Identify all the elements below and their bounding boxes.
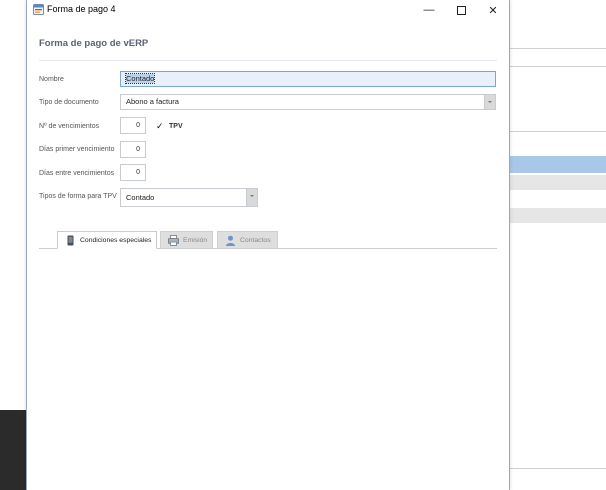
dias-primer-input[interactable]: 0 xyxy=(120,141,146,158)
background-divider xyxy=(509,66,606,67)
num-vencimientos-input[interactable]: 0 xyxy=(120,117,146,134)
tipo-documento-select[interactable]: Abono a factura xyxy=(120,94,496,110)
nombre-value: Contado xyxy=(124,73,156,84)
close-button[interactable]: ✕ xyxy=(477,0,509,20)
form-heading: Forma de pago de vERP xyxy=(39,38,149,49)
minimize-icon: — xyxy=(423,4,435,16)
dias-entre-input[interactable]: 0 xyxy=(120,164,146,181)
num-vencimientos-value: 0 xyxy=(136,122,140,129)
background-divider xyxy=(509,48,606,49)
tab-label: Contactos xyxy=(240,237,271,244)
maximize-icon xyxy=(456,5,466,15)
nombre-input[interactable]: Contado xyxy=(120,71,496,87)
background-row[interactable] xyxy=(509,175,606,190)
tab-label: Emisión xyxy=(183,237,208,244)
dias-primer-label: Días primer vencimiento xyxy=(39,146,115,153)
printer-icon xyxy=(168,235,179,246)
tab-label: Condiciones especiales xyxy=(80,237,152,244)
dias-entre-value: 0 xyxy=(136,169,140,176)
tab-contactos[interactable]: Contactos xyxy=(217,231,278,248)
background-row[interactable] xyxy=(509,208,606,223)
close-icon: ✕ xyxy=(488,4,498,17)
chevron-down-icon[interactable] xyxy=(246,189,257,206)
minimize-button[interactable]: — xyxy=(413,0,445,20)
tab-emision[interactable]: Emisión xyxy=(160,231,213,248)
num-vencimientos-label: Nº de vencimientos xyxy=(39,123,100,130)
payment-form-dialog: Forma de pago 4 — ✕ Forma de pago de vER… xyxy=(26,0,510,490)
dias-entre-label: Días entre vencimientos xyxy=(39,170,115,177)
tipos-forma-tpv-value: Contado xyxy=(126,193,155,202)
dias-primer-value: 0 xyxy=(136,146,140,153)
phone-icon xyxy=(67,235,74,246)
window-title: Forma de pago 4 xyxy=(47,4,116,14)
tpv-checkbox[interactable]: ✓ xyxy=(156,121,164,132)
tipos-forma-tpv-select[interactable]: Contado xyxy=(120,188,258,207)
tipo-documento-value: Abono a factura xyxy=(126,97,179,106)
tipos-forma-tpv-label: Tipos de forma para TPV xyxy=(39,193,117,200)
chevron-down-icon[interactable] xyxy=(484,95,495,109)
nombre-label: Nombre xyxy=(39,76,64,83)
background-divider xyxy=(509,468,606,469)
title-bar[interactable]: Forma de pago 4 — ✕ xyxy=(27,0,509,20)
background-divider xyxy=(509,131,606,132)
background-taskbar-area xyxy=(0,410,26,490)
tpv-label: TPV xyxy=(169,123,183,130)
tipo-documento-label: Tipo de documento xyxy=(39,99,99,106)
app-icon xyxy=(33,4,44,15)
tab-condiciones-especiales[interactable]: Condiciones especiales xyxy=(57,231,157,249)
maximize-button[interactable] xyxy=(445,0,477,20)
background-selected-row[interactable] xyxy=(509,156,606,173)
person-icon xyxy=(226,235,235,246)
heading-divider xyxy=(39,60,497,61)
